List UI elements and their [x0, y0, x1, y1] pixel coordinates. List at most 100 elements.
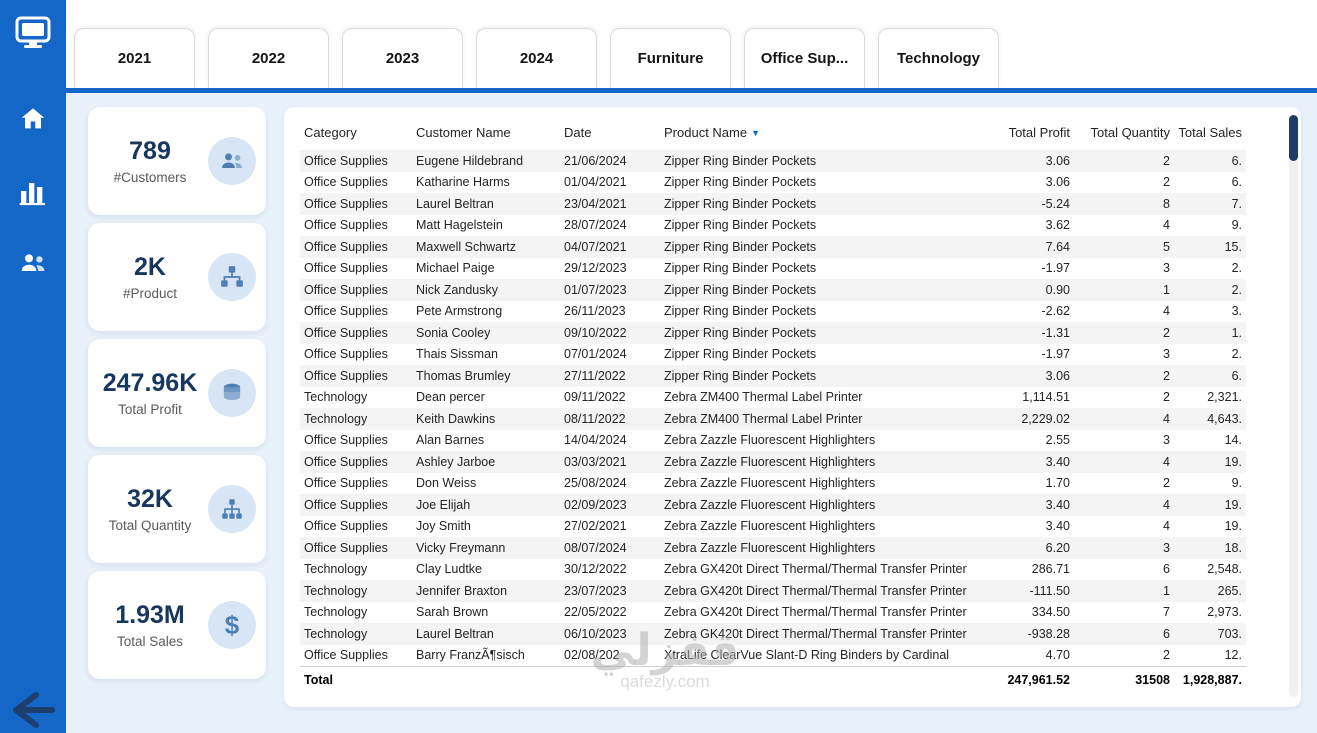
cell-quantity: 4: [1163, 304, 1170, 319]
table-row[interactable]: Office Supplies Maxwell Schwartz 04/07/2…: [300, 236, 1246, 258]
home-icon[interactable]: [16, 102, 50, 136]
cell-sales: 19.: [1224, 454, 1242, 469]
kpi-text: 247.96K Total Profit: [92, 369, 208, 417]
table-row[interactable]: Technology Clay Ludtke 30/12/2022 Zebra …: [300, 559, 1246, 581]
monitor-logo-icon: [11, 10, 55, 54]
sidebar: [0, 0, 66, 733]
cell-sales: 18.: [1224, 540, 1242, 555]
cell-date: 01/04/2021: [564, 175, 627, 190]
cell-sales: 703.: [1217, 626, 1242, 641]
kpi-value: 32K: [127, 485, 173, 514]
cell-product: Zipper Ring Binder Pockets: [664, 175, 817, 190]
table-row[interactable]: Office Supplies Thais Sissman 07/01/2024…: [300, 344, 1246, 366]
tab-2023[interactable]: 2023: [342, 28, 463, 88]
detail-table[interactable]: Category Customer Name Date Product Name…: [300, 113, 1246, 695]
cell-profit: -5.24: [1041, 196, 1071, 211]
cell-category: Technology: [304, 626, 368, 641]
kpi-card-profit[interactable]: 247.96K Total Profit: [88, 339, 266, 447]
cell-customer: Sonia Cooley: [416, 325, 491, 340]
tab-furniture[interactable]: Furniture: [610, 28, 731, 88]
tab-2022[interactable]: 2022: [208, 28, 329, 88]
col-header-customer[interactable]: Customer Name: [412, 113, 560, 150]
tab-2021[interactable]: 2021: [74, 28, 195, 88]
cell-quantity: 2: [1163, 368, 1170, 383]
table-row[interactable]: Office Supplies Nick Zandusky 01/07/2023…: [300, 279, 1246, 301]
detail-table-card: Category Customer Name Date Product Name…: [284, 107, 1301, 707]
back-arrow-icon[interactable]: [6, 689, 58, 731]
cell-sales: 15.: [1224, 239, 1242, 254]
cell-quantity: 7: [1163, 605, 1170, 620]
filter-tabs: 2021 2022 2023 2024 Furniture Office Sup…: [74, 28, 999, 88]
cell-profit: 2.55: [1045, 433, 1070, 448]
tab-office-supplies[interactable]: Office Sup...: [744, 28, 865, 88]
cell-product: Zipper Ring Binder Pockets: [664, 153, 817, 168]
table-row[interactable]: Technology Jennifer Braxton 23/07/2023 Z…: [300, 580, 1246, 602]
col-header-category[interactable]: Category: [300, 113, 412, 150]
cell-product: Zipper Ring Binder Pockets: [664, 368, 817, 383]
table-row[interactable]: Office Supplies Ashley Jarboe 03/03/2021…: [300, 451, 1246, 473]
kpi-card-sales[interactable]: 1.93M Total Sales $: [88, 571, 266, 679]
table-row[interactable]: Office Supplies Barry FranzÃ¶sisch 02/08…: [300, 645, 1246, 667]
cell-quantity: 4: [1163, 411, 1170, 426]
cell-sales: 9.: [1231, 476, 1242, 491]
table-row[interactable]: Office Supplies Pete Armstrong 26/11/202…: [300, 301, 1246, 323]
table-row[interactable]: Office Supplies Joe Elijah 02/09/2023 Ze…: [300, 494, 1246, 516]
cell-category: Technology: [304, 411, 368, 426]
table-row[interactable]: Office Supplies Laurel Beltran 23/04/202…: [300, 193, 1246, 215]
kpi-card-quantity[interactable]: 32K Total Quantity: [88, 455, 266, 563]
cell-quantity: 8: [1163, 196, 1170, 211]
cell-customer: Laurel Beltran: [416, 196, 494, 211]
table-scrollbar[interactable]: [1289, 115, 1298, 697]
cell-product: Zebra Zazzle Fluorescent Highlighters: [664, 476, 876, 491]
table-row[interactable]: Office Supplies Joy Smith 27/02/2021 Zeb…: [300, 516, 1246, 538]
cell-quantity: 2: [1163, 648, 1170, 662]
cell-category: Technology: [304, 562, 368, 577]
table-row[interactable]: Technology Sarah Brown 22/05/2022 Zebra …: [300, 602, 1246, 624]
cell-sales: 2,973.: [1207, 605, 1242, 620]
col-header-date[interactable]: Date: [560, 113, 660, 150]
col-header-profit[interactable]: Total Profit: [982, 113, 1074, 150]
kpi-text: 789 #Customers: [92, 137, 208, 185]
cell-category: Office Supplies: [304, 519, 388, 534]
kpi-column: 789 #Customers 2K #Product 247.96K Total…: [88, 107, 266, 733]
scrollbar-thumb[interactable]: [1289, 115, 1298, 161]
cell-customer: Sarah Brown: [416, 605, 489, 620]
cell-category: Office Supplies: [304, 239, 388, 254]
cell-sales: 265.: [1217, 583, 1242, 598]
cell-date: 23/07/2023: [564, 583, 627, 598]
col-header-quantity[interactable]: Total Quantity: [1074, 113, 1174, 150]
table-row[interactable]: Office Supplies Eugene Hildebrand 21/06/…: [300, 150, 1246, 172]
tab-2024[interactable]: 2024: [476, 28, 597, 88]
bar-chart-icon[interactable]: [16, 174, 50, 208]
total-sales: 1,928,887.: [1174, 665, 1246, 695]
table-row[interactable]: Office Supplies Katharine Harms 01/04/20…: [300, 172, 1246, 194]
cell-profit: -111.50: [1029, 583, 1070, 598]
cell-product: Zipper Ring Binder Pockets: [664, 239, 817, 254]
col-header-sales[interactable]: Total Sales: [1174, 113, 1246, 150]
kpi-card-customers[interactable]: 789 #Customers: [88, 107, 266, 215]
cell-customer: Jennifer Braxton: [416, 583, 508, 598]
tab-technology[interactable]: Technology: [878, 28, 999, 88]
people-icon[interactable]: [16, 246, 50, 280]
cell-date: 25/08/2024: [564, 476, 627, 491]
table-row[interactable]: Office Supplies Michael Paige 29/12/2023…: [300, 258, 1246, 280]
cell-profit: 334.50: [1031, 605, 1070, 620]
table-row[interactable]: Office Supplies Matt Hagelstein 28/07/20…: [300, 215, 1246, 237]
table-row[interactable]: Technology Dean percer 09/11/2022 Zebra …: [300, 387, 1246, 409]
cell-quantity: 6: [1163, 626, 1170, 641]
sort-descending-icon[interactable]: ▼: [751, 128, 760, 138]
cell-quantity: 3: [1163, 347, 1170, 362]
cell-sales: 2.: [1231, 261, 1242, 276]
table-row[interactable]: Office Supplies Vicky Freymann 08/07/202…: [300, 537, 1246, 559]
col-header-product[interactable]: Product Name ▼: [660, 113, 982, 150]
table-row[interactable]: Office Supplies Thomas Brumley 27/11/202…: [300, 365, 1246, 387]
table-row[interactable]: Office Supplies Don Weiss 25/08/2024 Zeb…: [300, 473, 1246, 495]
kpi-value: 1.93M: [115, 601, 185, 630]
table-row[interactable]: Technology Laurel Beltran 06/10/2023 Zeb…: [300, 623, 1246, 645]
table-row[interactable]: Office Supplies Alan Barnes 14/04/2024 Z…: [300, 430, 1246, 452]
cell-quantity: 3: [1163, 540, 1170, 555]
cell-category: Office Supplies: [304, 325, 388, 340]
kpi-card-product[interactable]: 2K #Product: [88, 223, 266, 331]
table-row[interactable]: Technology Keith Dawkins 08/11/2022 Zebr…: [300, 408, 1246, 430]
table-row[interactable]: Office Supplies Sonia Cooley 09/10/2022 …: [300, 322, 1246, 344]
